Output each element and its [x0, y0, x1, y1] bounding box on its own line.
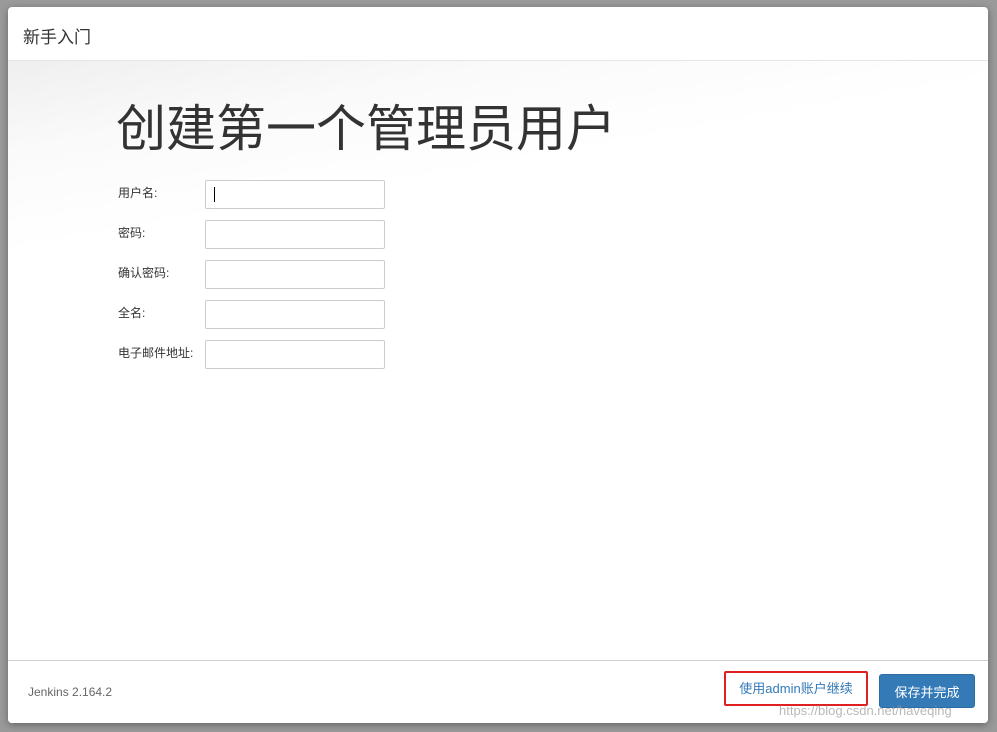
watermark: https://blog.csdn.net/haveqing — [779, 703, 952, 718]
continue-as-admin-link[interactable]: 使用admin账户继续 — [726, 673, 866, 704]
dialog-body: 创建第一个管理员用户 用户名: 密码: 确认密码: 全名: 电子邮件地址: — [8, 61, 988, 660]
confirm-password-input[interactable] — [205, 260, 385, 289]
highlight-box: 使用admin账户继续 — [724, 671, 868, 706]
email-input[interactable] — [205, 340, 385, 369]
dialog-title: 新手入门 — [23, 28, 91, 47]
setup-wizard-dialog: 新手入门 创建第一个管理员用户 用户名: 密码: 确认密码: 全名: 电子邮件地… — [8, 7, 988, 723]
username-label: 用户名: — [118, 186, 158, 200]
jenkins-version: Jenkins 2.164.2 — [28, 685, 113, 699]
confirm-password-label: 确认密码: — [118, 266, 170, 280]
fullname-label: 全名: — [118, 306, 146, 320]
username-input[interactable] — [205, 180, 385, 209]
fullname-input[interactable] — [205, 300, 385, 329]
text-caret — [214, 187, 215, 202]
page-heading: 创建第一个管理员用户 — [116, 101, 616, 157]
password-input[interactable] — [205, 220, 385, 249]
email-label: 电子邮件地址: — [118, 346, 194, 360]
password-label: 密码: — [118, 226, 146, 240]
dialog-header: 新手入门 — [8, 7, 988, 61]
